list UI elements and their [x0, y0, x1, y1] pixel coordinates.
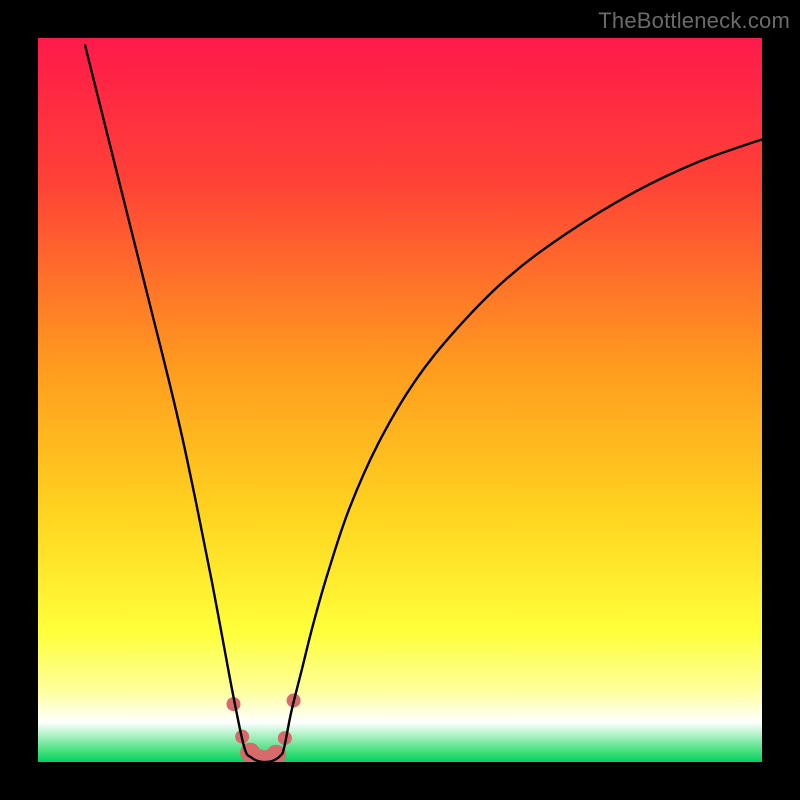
chart-frame: TheBottleneck.com — [0, 0, 800, 800]
gradient-background — [38, 38, 762, 762]
watermark-text: TheBottleneck.com — [598, 8, 790, 34]
plot-area — [38, 38, 762, 762]
chart-svg — [38, 38, 762, 762]
